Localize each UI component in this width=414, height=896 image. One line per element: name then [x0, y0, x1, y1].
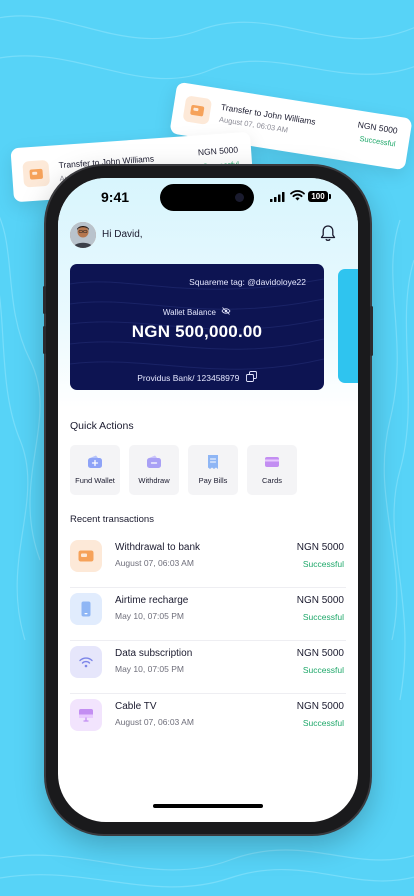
wallet-balance-label: Wallet Balance — [162, 307, 216, 317]
bank-card-icon — [182, 95, 213, 126]
signal-icon — [270, 192, 285, 202]
transaction-title: Cable TV — [115, 701, 157, 712]
copy-icon[interactable] — [242, 371, 257, 384]
cards-button[interactable]: Cards — [247, 445, 297, 495]
transaction-amount: NGN 5000 — [296, 595, 344, 606]
qa-label: Pay Bills — [198, 476, 228, 485]
quick-actions-title: Quick Actions — [70, 420, 134, 432]
transaction-status: Successful — [302, 718, 344, 728]
home-indicator[interactable] — [153, 804, 263, 808]
bell-icon[interactable] — [320, 224, 336, 242]
squareme-tag: Squareme tag: @davidoloye22 — [189, 277, 306, 287]
power-button — [370, 306, 373, 356]
transaction-amount: NGN 5000 — [296, 701, 344, 712]
greeting-text: Hi David, — [102, 229, 143, 240]
volume-up-button — [43, 286, 46, 314]
transaction-date: August 07, 06:03 AM — [115, 558, 194, 568]
transaction-title: Withdrawal to bank — [115, 542, 201, 553]
transaction-date: May 10, 07:05 PM — [115, 611, 184, 621]
wallet-minus-icon — [147, 455, 161, 468]
wifi-status-icon — [290, 190, 305, 201]
volume-down-button — [43, 326, 46, 354]
phone-frame: 9:41 100 Hi David, Squareme tag: @davido… — [43, 166, 373, 834]
bank-card-icon — [70, 540, 102, 572]
qa-label: Fund Wallet — [75, 476, 115, 485]
recent-transactions-title: Recent transactions — [70, 514, 154, 525]
transaction-amount: NGN 5000 — [296, 542, 344, 553]
transaction-row[interactable]: Cable TV August 07, 06:03 AM NGN 5000 Su… — [70, 695, 346, 747]
transaction-title: Airtime recharge — [115, 595, 189, 606]
app-screen: 9:41 100 Hi David, Squareme tag: @davido… — [58, 178, 358, 822]
withdraw-button[interactable]: Withdraw — [129, 445, 179, 495]
transaction-row[interactable]: Data subscription May 10, 07:05 PM NGN 5… — [70, 642, 346, 694]
transaction-row[interactable]: Airtime recharge May 10, 07:05 PM NGN 50… — [70, 589, 346, 641]
card-icon — [265, 457, 279, 467]
bank-account-text: Providus Bank/ 123458979 — [137, 372, 240, 383]
pay-bills-button[interactable]: Pay Bills — [188, 445, 238, 495]
avatar[interactable] — [70, 222, 96, 248]
fund-wallet-button[interactable]: Fund Wallet — [70, 445, 120, 495]
floating-card-amount: NGN 5000 — [357, 119, 399, 136]
eye-off-icon[interactable] — [218, 307, 231, 317]
floating-card-status: Successful — [358, 133, 397, 149]
transaction-date: August 07, 06:03 AM — [115, 717, 194, 727]
status-bar: 9:41 100 — [58, 178, 358, 218]
transaction-row[interactable]: Withdrawal to bank August 07, 06:03 AM N… — [70, 536, 346, 588]
qa-label: Cards — [261, 476, 282, 485]
transaction-status: Successful — [302, 612, 344, 622]
receipt-icon — [208, 455, 218, 469]
wallet-card[interactable]: Squareme tag: @davidoloye22 Wallet Balan… — [70, 264, 324, 390]
transaction-status: Successful — [302, 665, 344, 675]
phone-icon — [70, 593, 102, 625]
transaction-amount: NGN 5000 — [296, 648, 344, 659]
battery-icon: 100 — [308, 191, 328, 202]
transaction-status: Successful — [302, 559, 344, 569]
transaction-title: Data subscription — [115, 648, 193, 659]
wifi-icon — [70, 646, 102, 678]
bank-card-icon — [22, 159, 51, 188]
qa-label: Withdraw — [138, 476, 170, 485]
status-time: 9:41 — [101, 189, 130, 205]
dynamic-island — [160, 184, 254, 211]
wallet-balance-amount: NGN 500,000.00 — [131, 322, 263, 341]
wallet-plus-icon — [88, 455, 102, 468]
transaction-date: May 10, 07:05 PM — [115, 664, 184, 674]
floating-card-amount: NGN 5000 — [197, 144, 239, 158]
camera-icon — [235, 193, 244, 202]
next-card-preview[interactable] — [338, 269, 358, 383]
tv-icon — [70, 699, 102, 731]
